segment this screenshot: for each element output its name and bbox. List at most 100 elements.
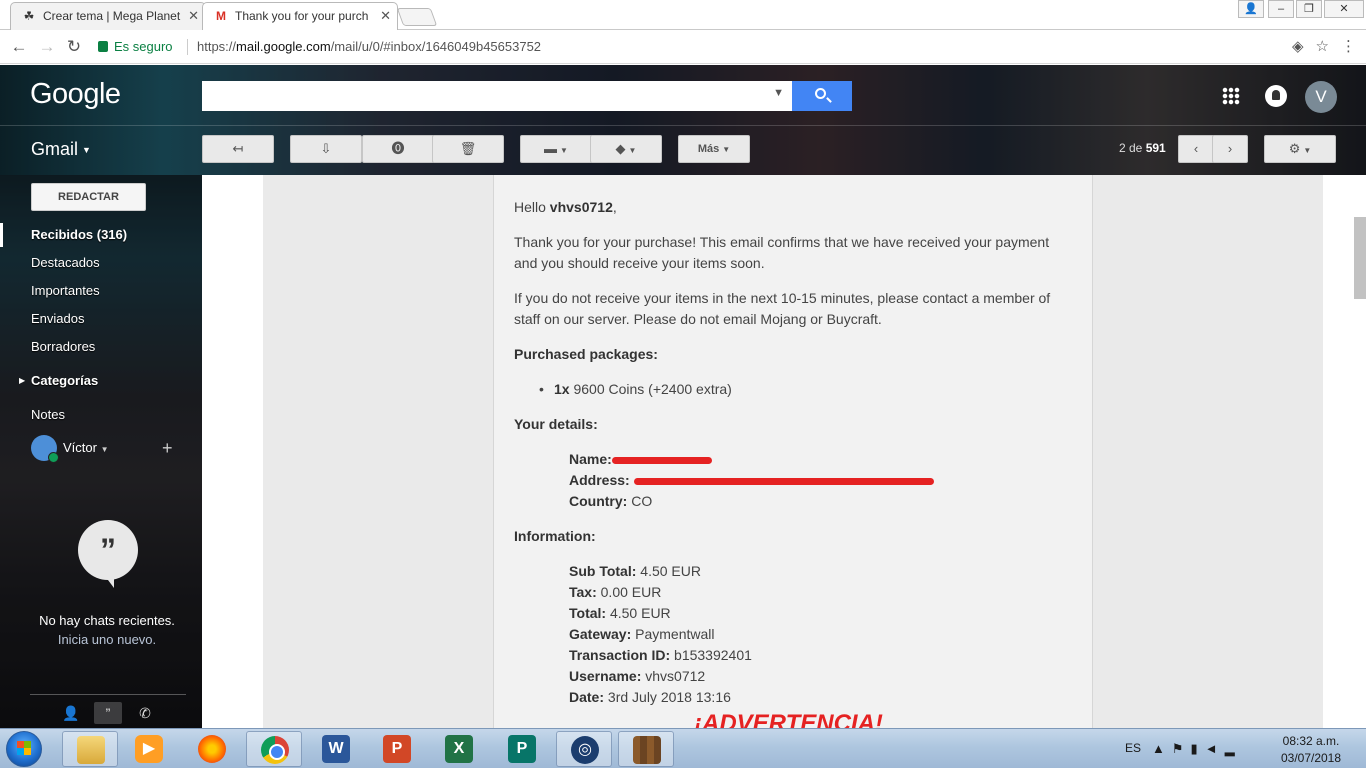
tab-mega-planet[interactable]: ☘ Crear tema | Mega Planet ✕ (10, 2, 206, 30)
reload-icon[interactable]: ↻ (63, 36, 85, 58)
powerpoint-icon[interactable]: P (369, 731, 425, 767)
apps-grid-icon[interactable] (1222, 87, 1240, 105)
start-new-chat-link[interactable]: Inicia uno nuevo. (0, 632, 214, 647)
close-tab-icon[interactable]: ✕ (380, 3, 391, 29)
redaction-mark (611, 456, 712, 464)
profile-icon[interactable]: 👤 (1238, 0, 1264, 18)
media-player-icon[interactable]: ▶ (121, 731, 177, 767)
back-to-inbox-button[interactable]: ↤ (202, 135, 274, 163)
language-indicator[interactable]: ES (1125, 741, 1141, 755)
chevron-down-icon: ▼ (628, 146, 637, 155)
older-button[interactable]: › (1212, 135, 1248, 163)
show-hidden-icons-icon[interactable]: ▲ (1152, 741, 1172, 756)
more-label: Más (697, 143, 720, 155)
file-explorer-icon[interactable] (62, 731, 118, 767)
report-spam-button[interactable]: ⓿ (362, 135, 434, 163)
expand-arrow-icon[interactable]: ▶ (19, 376, 25, 385)
minecraft-icon[interactable] (618, 731, 674, 767)
username-value: vhvs0712 (645, 668, 706, 684)
phone-icon[interactable]: ✆ (131, 702, 159, 724)
sidebar-item-categories[interactable]: Categorías (31, 373, 98, 388)
publisher-logo-icon: P (508, 735, 536, 763)
information-heading: Information: (514, 528, 596, 544)
newer-button[interactable]: ‹ (1178, 135, 1214, 163)
menu-icon[interactable]: ⋮ (1341, 38, 1356, 55)
url-scheme: https:// (197, 39, 237, 54)
gmail-header: Google ▼ V Gmail ▼ ↤ ⇩ ⓿ 🗑 ▬ ▼ ◆ ▼ Más ▼ 2 d… (0, 65, 1366, 175)
network-signal-icon[interactable]: ▂ (1225, 741, 1242, 756)
hangouts-avatar[interactable] (31, 435, 59, 463)
avatar[interactable]: V (1305, 81, 1337, 113)
back-arrow-icon[interactable]: ← (8, 36, 30, 58)
transaction-label: Transaction ID: (569, 647, 671, 663)
word-icon[interactable]: W (308, 731, 364, 767)
notifications-bell-icon[interactable] (1265, 85, 1287, 107)
excel-icon[interactable]: X (431, 731, 487, 767)
forward-arrow-icon[interactable]: → (36, 36, 58, 58)
labels-button[interactable]: ◆ ▼ (590, 135, 662, 163)
tag-icon: ◆ (615, 141, 626, 156)
close-window-button[interactable]: ✕ (1324, 0, 1364, 18)
megaplanet-favicon-icon: ☘ (23, 9, 35, 23)
add-contact-icon[interactable]: + (162, 438, 173, 459)
excel-logo-icon: X (445, 735, 473, 763)
package-name: 9600 Coins (+2400 extra) (573, 381, 732, 397)
publisher-icon[interactable]: P (494, 731, 550, 767)
info-tax: Tax: 0.00 EUR (569, 582, 661, 603)
more-button[interactable]: Más ▼ (678, 135, 750, 163)
scrollbar[interactable] (1354, 217, 1366, 299)
hangouts-user[interactable]: Víctor ▼ (63, 440, 109, 455)
tax-value: 0.00 EUR (600, 584, 662, 600)
eye-icon[interactable]: ◈ (1292, 38, 1304, 55)
start-button[interactable] (6, 731, 42, 767)
sidebar-item-notes[interactable]: Notes (31, 407, 65, 422)
gmail-label: Gmail (31, 139, 79, 159)
hangouts-icon[interactable]: ” (94, 702, 122, 724)
info-total: Total: 4.50 EUR (569, 603, 671, 624)
search-button[interactable] (792, 81, 852, 111)
volume-icon[interactable]: ◄ (1205, 741, 1225, 756)
search-options-caret-icon[interactable]: ▼ (773, 87, 784, 99)
compose-button[interactable]: REDACTAR (31, 183, 146, 211)
chrome-icon[interactable] (246, 731, 302, 767)
firefox-icon[interactable] (184, 731, 240, 767)
contacts-icon[interactable]: 👤 (57, 702, 85, 724)
delete-button[interactable]: 🗑 (432, 135, 504, 163)
google-logo[interactable]: Google (30, 78, 121, 111)
crafting-table-icon (633, 736, 661, 764)
sidebar-item-starred[interactable]: Destacados (31, 255, 100, 270)
sidebar-item-sent[interactable]: Enviados (31, 311, 84, 326)
close-tab-icon[interactable]: ✕ (188, 3, 199, 29)
star-icon[interactable]: ☆ (1316, 38, 1329, 55)
clock-time[interactable]: 08:32 a.m. (1268, 734, 1354, 748)
spam-icon: ⓿ (391, 141, 405, 156)
redaction-mark (633, 477, 934, 485)
date-value: 3rd July 2018 13:16 (607, 689, 731, 705)
archive-button[interactable]: ⇩ (290, 135, 362, 163)
maximize-button[interactable]: ❐ (1296, 0, 1322, 18)
detail-name: Name: (569, 449, 712, 470)
battery-icon[interactable]: ▮ (1191, 741, 1205, 756)
sidebar-item-inbox[interactable]: Recibidos (316) (31, 227, 127, 242)
settings-button[interactable]: ⚙ ▼ (1264, 135, 1336, 163)
headset-app-icon[interactable]: ◎ (556, 731, 612, 767)
sidebar-item-drafts[interactable]: Borradores (31, 339, 95, 354)
search-input[interactable]: ▼ (202, 81, 792, 111)
minimize-button[interactable]: – (1268, 0, 1294, 18)
tab-gmail[interactable]: M Thank you for your purch ✕ (202, 2, 398, 30)
divider (187, 39, 188, 55)
divider (30, 694, 186, 695)
flag-icon[interactable]: ⚑ (1172, 741, 1191, 756)
chevron-down-icon: ▼ (1303, 146, 1312, 155)
warning-text: ¡ADVERTENCIA! (694, 710, 883, 730)
sidebar-item-important[interactable]: Importantes (31, 283, 100, 298)
gateway-value: Paymentwall (635, 626, 715, 642)
gmail-switcher[interactable]: Gmail ▼ (31, 139, 91, 160)
move-to-button[interactable]: ▬ ▼ (520, 135, 592, 163)
address-bar[interactable]: https://mail.google.com/mail/u/0/#inbox/… (197, 39, 541, 54)
secure-indicator[interactable]: Es seguro (98, 39, 173, 54)
new-tab-button[interactable] (396, 8, 438, 26)
chevron-down-icon: ▼ (560, 146, 568, 155)
clock-date[interactable]: 03/07/2018 (1268, 751, 1354, 765)
powerpoint-logo-icon: P (383, 735, 411, 763)
